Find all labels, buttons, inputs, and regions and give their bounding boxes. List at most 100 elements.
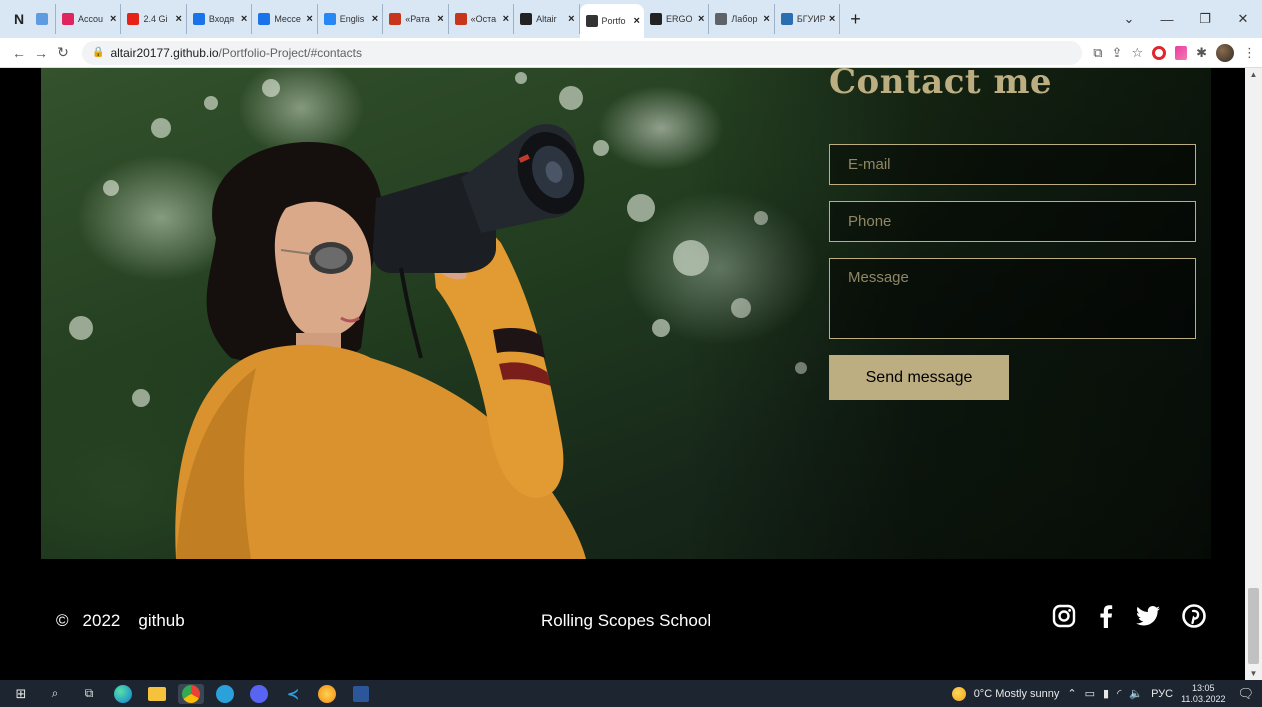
browser-tab[interactable]: Englis × bbox=[318, 4, 384, 34]
tab-favicon-icon bbox=[780, 13, 793, 25]
send-message-button[interactable]: Send message bbox=[829, 355, 1009, 400]
tab-favicon-icon bbox=[323, 13, 336, 25]
email-field[interactable] bbox=[829, 144, 1196, 185]
docs-icon bbox=[36, 13, 48, 25]
reload-button[interactable]: ↻ bbox=[52, 44, 74, 61]
page-scrollbar[interactable]: ▲ ▼ bbox=[1245, 68, 1262, 680]
weather-text[interactable]: 0°C Mostly sunny bbox=[974, 688, 1060, 700]
extensions-puzzle-icon[interactable]: ✱ bbox=[1196, 45, 1207, 61]
tray-device-icon[interactable]: ▭ bbox=[1085, 687, 1095, 700]
social-links bbox=[1052, 604, 1206, 628]
back-button[interactable]: ← bbox=[8, 45, 30, 61]
page-footer: © 2022 github Rolling Scopes School bbox=[0, 559, 1245, 680]
tab-close-icon[interactable]: × bbox=[372, 13, 378, 25]
tab-close-icon[interactable]: × bbox=[503, 13, 509, 25]
battery-icon[interactable]: ▮ bbox=[1103, 687, 1109, 700]
edge-app-icon[interactable] bbox=[110, 684, 136, 704]
tab-favicon-icon bbox=[389, 13, 402, 25]
browser-tab[interactable]: Portfo × bbox=[579, 4, 644, 38]
weather-sun-icon[interactable] bbox=[951, 686, 966, 701]
tray-overflow-chevron-icon[interactable]: ⌃ bbox=[1067, 687, 1076, 700]
tab-close-icon[interactable]: × bbox=[698, 13, 704, 25]
clock[interactable]: 13:05 11.03.2022 bbox=[1181, 683, 1225, 705]
scroll-up-icon[interactable]: ▲ bbox=[1245, 70, 1262, 79]
chrome-app-icon[interactable] bbox=[178, 683, 204, 704]
tab-close-icon[interactable]: × bbox=[175, 13, 181, 25]
tab-close-icon[interactable]: × bbox=[241, 13, 247, 25]
browser-tab[interactable]: «Рата × bbox=[383, 4, 449, 34]
scrollbar-thumb[interactable] bbox=[1248, 588, 1259, 664]
tab-favicon-icon bbox=[62, 13, 74, 25]
browser-tab[interactable]: Altair × bbox=[514, 4, 580, 34]
tab-close-icon[interactable]: × bbox=[829, 13, 835, 25]
task-view-icon[interactable]: ⧉ bbox=[76, 684, 102, 704]
tab-label: «Рата bbox=[405, 14, 430, 24]
address-bar[interactable]: 🔒 altair20177.github.io/Portfolio-Projec… bbox=[82, 40, 1082, 65]
pinterest-icon[interactable] bbox=[1182, 604, 1206, 628]
extension-pink-icon[interactable] bbox=[1175, 46, 1188, 60]
tab-label: Altair bbox=[536, 14, 557, 24]
browser-tab[interactable]: Accou × bbox=[56, 4, 122, 34]
browser-menu-icon[interactable]: ⋮ bbox=[1243, 45, 1256, 61]
language-indicator[interactable]: РУС bbox=[1151, 688, 1173, 700]
tab-close-icon[interactable]: × bbox=[568, 13, 574, 25]
message-field[interactable] bbox=[829, 258, 1196, 339]
instagram-icon[interactable] bbox=[1052, 604, 1076, 628]
clock-time: 13:05 bbox=[1192, 682, 1215, 693]
tab-favicon-icon bbox=[192, 13, 205, 25]
file-explorer-icon[interactable] bbox=[144, 684, 170, 704]
new-tab-button[interactable]: + bbox=[840, 9, 871, 30]
tab-close-icon[interactable]: × bbox=[437, 13, 443, 25]
tab-favicon-icon bbox=[715, 13, 728, 25]
opera-extension-icon[interactable] bbox=[1152, 46, 1167, 60]
github-link[interactable]: github bbox=[138, 611, 184, 631]
word-app-icon[interactable] bbox=[348, 684, 374, 704]
tab-close-icon[interactable]: × bbox=[763, 13, 769, 25]
clock-date: 11.03.2022 bbox=[1181, 693, 1226, 704]
browser-tab[interactable]: Лабор × bbox=[709, 4, 775, 34]
footer-year: 2022 bbox=[82, 611, 121, 630]
tab-favicon-icon bbox=[127, 13, 140, 25]
browser-tab[interactable]: Мессе × bbox=[252, 4, 318, 34]
volume-icon[interactable]: 🔈 bbox=[1129, 687, 1143, 700]
tab-label: ERGO bbox=[665, 14, 693, 24]
tab-search-chevron-icon[interactable]: ⌄ bbox=[1110, 11, 1148, 27]
photographer-photo bbox=[69, 72, 807, 559]
rolling-scopes-link[interactable]: Rolling Scopes School bbox=[541, 611, 711, 631]
restore-button[interactable]: ❐ bbox=[1186, 11, 1224, 27]
tab-close-icon[interactable]: × bbox=[110, 13, 116, 25]
pinned-tab-docs[interactable] bbox=[30, 4, 56, 34]
facebook-icon[interactable] bbox=[1098, 604, 1114, 628]
twitter-icon[interactable] bbox=[1136, 606, 1160, 626]
copyright-symbol: © bbox=[56, 611, 69, 630]
wifi-icon[interactable]: ◜ bbox=[1117, 687, 1121, 700]
browser-tab[interactable]: Входя × bbox=[187, 4, 253, 34]
tool-app-icon[interactable] bbox=[314, 684, 340, 704]
browser-tab[interactable]: БГУИР × bbox=[775, 4, 841, 34]
tab-label: Accou bbox=[78, 14, 104, 24]
browser-tab[interactable]: 2.4 Gi × bbox=[121, 4, 187, 34]
tab-label: Входя bbox=[208, 14, 235, 24]
minimize-button[interactable]: — bbox=[1148, 12, 1186, 27]
close-window-button[interactable]: ✕ bbox=[1224, 11, 1262, 27]
telegram-app-icon[interactable] bbox=[212, 684, 238, 704]
discord-app-icon[interactable] bbox=[246, 684, 272, 704]
search-icon[interactable]: ⌕ bbox=[42, 684, 68, 704]
windows-start-icon[interactable]: ⊞ bbox=[8, 684, 34, 704]
share-icon[interactable]: ⇪ bbox=[1112, 45, 1123, 61]
bookmark-star-icon[interactable]: ☆ bbox=[1131, 45, 1143, 61]
forward-button[interactable]: → bbox=[30, 45, 52, 61]
scroll-down-icon[interactable]: ▼ bbox=[1245, 669, 1262, 678]
tab-close-icon[interactable]: × bbox=[306, 13, 312, 25]
notifications-icon[interactable]: 🗨 bbox=[1237, 686, 1254, 702]
tab-label: 2.4 Gi bbox=[143, 14, 168, 24]
browser-tab-strip: N Accou × 2.4 Gi × Входя × Мессе × Englis × «Рата ×… bbox=[0, 0, 1262, 38]
vscode-app-icon[interactable]: ≺ bbox=[280, 684, 306, 704]
tab-close-icon[interactable]: × bbox=[634, 15, 640, 27]
browser-tab[interactable]: «Оста × bbox=[449, 4, 515, 34]
translate-icon[interactable]: ⧉ bbox=[1093, 45, 1102, 61]
phone-field[interactable] bbox=[829, 201, 1196, 242]
profile-avatar[interactable] bbox=[1216, 44, 1234, 62]
pinned-tab-notion[interactable]: N bbox=[8, 8, 30, 30]
browser-tab[interactable]: ERGO × bbox=[644, 4, 710, 34]
